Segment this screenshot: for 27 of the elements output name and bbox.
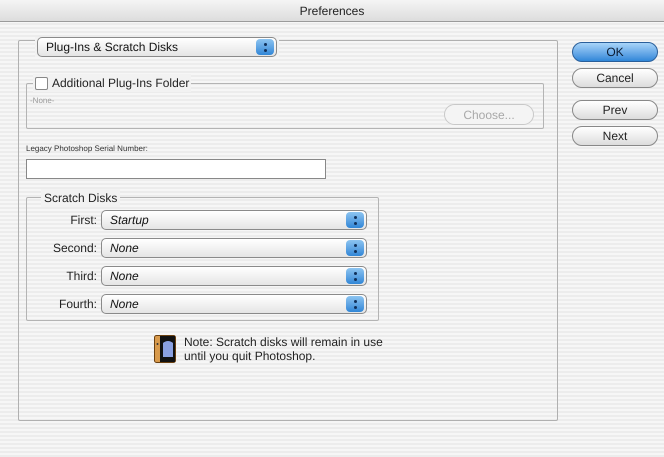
checkbox[interactable] [35,76,48,90]
dropdown[interactable]: None [101,266,367,286]
stepper-icon [346,212,364,228]
document-icon [154,335,176,363]
serial-label: Legacy Photoshop Serial Number: [26,143,149,155]
title-bar: Preferences [0,0,664,22]
stepper-icon [346,240,364,256]
serial-input-field[interactable] [26,159,326,179]
dialog-button[interactable]: Prev [572,100,658,120]
dropdown[interactable]: Plug-Ins & Scratch Disks [37,37,277,57]
group-title: Scratch Disks [41,189,120,207]
dropdown[interactable]: None [101,238,367,258]
disk-label: Second: [52,240,97,257]
disk-label: Fourth: [58,296,97,313]
dropdown[interactable]: Startup [101,210,367,230]
disk-label: First: [69,212,97,229]
disk-label: Third: [65,268,97,285]
stepper-icon [346,268,364,284]
dialog-button[interactable]: Next [572,126,658,146]
dialog-button[interactable]: Cancel [572,68,658,88]
folder-path: -None- [30,95,54,107]
stepper-icon [346,296,364,312]
dropdown[interactable]: None [101,294,367,314]
note-text: Note: Scratch disks will remain in use until you quit Photoshop. [184,335,384,363]
dialog-button[interactable]: OK [572,42,658,62]
stepper-icon [256,39,274,55]
checkbox-label: Additional Plug-Ins Folder [52,75,190,92]
